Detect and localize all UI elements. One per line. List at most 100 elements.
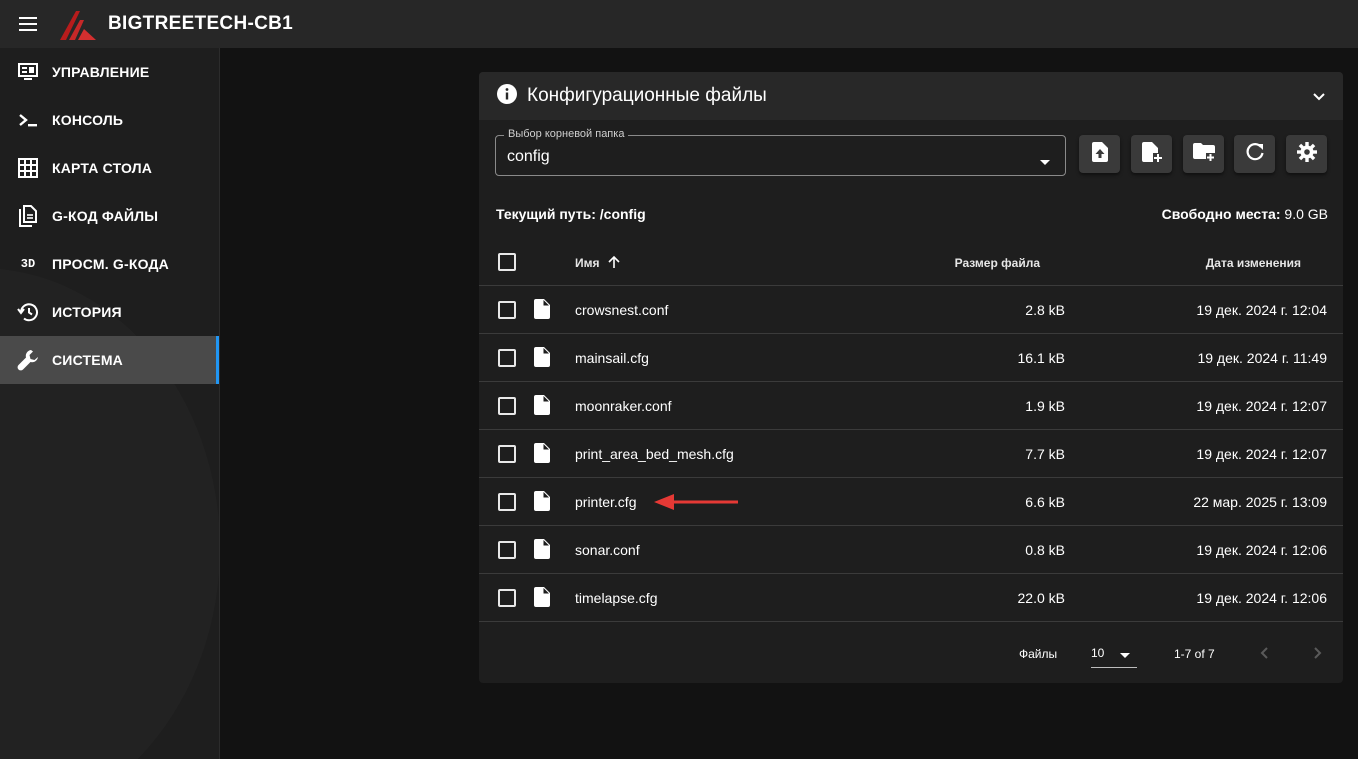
file-name: sonar.conf [575,542,640,558]
table-row[interactable]: mainsail.cfg 16.1 kB 19 дек. 2024 г. 11:… [479,334,1343,382]
rows-per-page-value: 10 [1091,646,1105,660]
current-path: Текущий путь: /config [496,206,646,222]
row-checkbox[interactable] [498,541,516,559]
table-row[interactable]: printer.cfg 6.6 kB 22 мар. 2025 г. 13:09 [479,478,1343,526]
root-folder-select-label: Выбор корневой папка [504,128,629,140]
app-bar: BIGTREETECH-CB1 [0,0,1358,48]
row-checkbox[interactable] [498,349,516,367]
chevron-left-icon[interactable] [1255,643,1275,666]
monitor-dashboard-icon [17,61,39,83]
file-date: 19 дек. 2024 г. 12:06 [1196,542,1327,558]
red-arrow-annotation-icon [654,494,738,510]
sidebar-item-system[interactable]: СИСТЕМА [0,336,219,384]
file-name: crowsnest.conf [575,302,669,318]
chevron-up-collapse-icon[interactable] [1309,86,1329,106]
sidebar-item-console[interactable]: КОНСОЛЬ [0,96,219,144]
file-icon [534,347,550,370]
caret-down-icon [1039,153,1051,171]
upload-file-button[interactable] [1079,135,1120,173]
file-size: 1.9 kB [1025,398,1065,414]
file-date: 22 мар. 2025 г. 13:09 [1193,494,1327,510]
table-row[interactable]: timelapse.cfg 22.0 kB 19 дек. 2024 г. 12… [479,574,1343,622]
row-checkbox[interactable] [498,445,516,463]
create-folder-icon [1192,142,1215,166]
header-size[interactable]: Размер файла [955,256,1040,270]
file-date: 19 дек. 2024 г. 12:07 [1196,446,1327,462]
path-info-row: Текущий путь: /config Свободно места: 9.… [496,206,1328,222]
file-name: timelapse.cfg [575,590,658,606]
file-icon [534,395,550,418]
brand-logo-icon[interactable] [58,7,98,41]
root-folder-select-value: config [507,148,550,165]
row-checkbox[interactable] [498,493,516,511]
table-row[interactable]: print_area_bed_mesh.cfg 7.7 kB 19 дек. 2… [479,430,1343,478]
sidebar-item-control[interactable]: УПРАВЛЕНИЕ [0,48,219,96]
settings-button[interactable] [1286,135,1327,173]
free-space-value: 9.0 GB [1284,206,1328,222]
sidebar-item-gcode-files[interactable]: G-КОД ФАЙЛЫ [0,192,219,240]
file-name: moonraker.conf [575,398,672,414]
file-date: 19 дек. 2024 г. 12:06 [1196,590,1327,606]
file-size: 0.8 kB [1025,542,1065,558]
settings-gear-icon [1296,141,1317,167]
sidebar-item-label: КОНСОЛЬ [52,112,124,128]
row-checkbox[interactable] [498,589,516,607]
file-size: 7.7 kB [1025,446,1065,462]
file-size: 2.8 kB [1025,302,1065,318]
file-date: 19 дек. 2024 г. 12:04 [1196,302,1327,318]
rows-per-page-label: Файлы [1019,647,1058,661]
create-folder-button[interactable] [1183,135,1224,173]
sidebar: УПРАВЛЕНИЕ КОНСОЛЬ КАРТА СТОЛА G-КОД ФАЙ… [0,48,220,759]
sidebar-item-label: СИСТЕМА [52,352,123,368]
file-name: mainsail.cfg [575,350,649,366]
config-files-panel: Конфигурационные файлы Выбор корневой па… [479,72,1343,683]
table-pagination: Файлы 10 1-7 of 7 [479,628,1343,678]
root-folder-select[interactable]: Выбор корневой папка config [495,128,1066,176]
file-icon [534,491,550,514]
file-date: 19 дек. 2024 г. 11:49 [1197,350,1327,366]
file-icon [534,539,550,562]
file-size: 16.1 kB [1017,350,1065,366]
info-icon [497,83,517,109]
select-all-checkbox[interactable] [498,253,516,271]
3d-icon: 3D [20,257,36,271]
create-file-icon [1141,141,1162,167]
create-file-button[interactable] [1131,135,1172,173]
sidebar-item-label: КАРТА СТОЛА [52,160,153,176]
file-size: 22.0 kB [1017,590,1065,606]
header-date[interactable]: Дата изменения [1206,256,1301,270]
pagination-range: 1-7 of 7 [1174,647,1215,661]
grid-icon [17,157,39,179]
refresh-icon [1246,142,1264,166]
row-checkbox[interactable] [498,301,516,319]
sidebar-item-bed-mesh[interactable]: КАРТА СТОЛА [0,144,219,192]
menu-icon[interactable] [0,0,56,48]
refresh-button[interactable] [1234,135,1275,173]
table-row[interactable]: sonar.conf 0.8 kB 19 дек. 2024 г. 12:06 [479,526,1343,574]
row-checkbox[interactable] [498,397,516,415]
panel-header: Конфигурационные файлы [479,72,1343,120]
arrow-up-sort-icon[interactable] [607,255,621,272]
sidebar-item-label: G-КОД ФАЙЛЫ [52,208,159,224]
upload-file-icon [1091,141,1108,167]
header-name[interactable]: Имя [575,256,600,270]
file-icon [534,587,550,610]
file-date: 19 дек. 2024 г. 12:07 [1196,398,1327,414]
chevron-right-icon[interactable] [1307,643,1327,666]
sidebar-item-gcode-viewer[interactable]: 3D ПРОСМ. G-КОДА [0,240,219,288]
files-table: Имя Размер файла Дата изменения crowsnes… [479,238,1343,622]
sidebar-item-label: ИСТОРИЯ [52,304,122,320]
history-icon [17,301,39,323]
rows-per-page-select[interactable]: 10 [1091,638,1137,668]
free-space-label: Свободно места: [1161,206,1281,222]
caret-down-icon [1119,648,1131,662]
table-header: Имя Размер файла Дата изменения [479,238,1343,286]
sidebar-item-history[interactable]: ИСТОРИЯ [0,288,219,336]
free-space: Свободно места: 9.0 GB [1162,206,1328,222]
panel-title: Конфигурационные файлы [527,85,767,106]
table-row[interactable]: crowsnest.conf 2.8 kB 19 дек. 2024 г. 12… [479,286,1343,334]
console-icon [17,109,39,131]
sidebar-item-label: ПРОСМ. G-КОДА [52,256,169,272]
table-row[interactable]: moonraker.conf 1.9 kB 19 дек. 2024 г. 12… [479,382,1343,430]
file-name: print_area_bed_mesh.cfg [575,446,734,462]
